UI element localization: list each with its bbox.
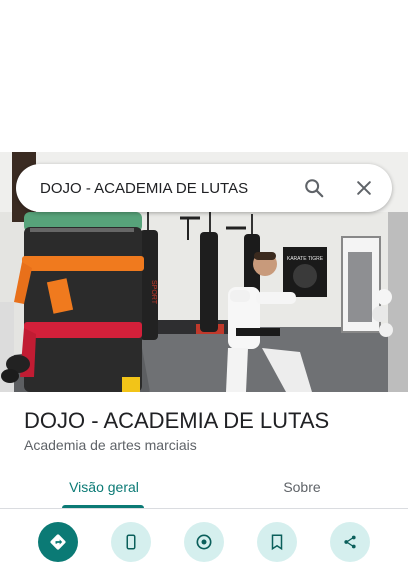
directions-button[interactable]	[38, 522, 78, 562]
start-navigation-icon	[196, 534, 212, 550]
bag-brand-text: SPORT	[150, 280, 157, 305]
poster-text: KARATE TIGRE	[287, 256, 324, 262]
close-icon[interactable]	[352, 176, 376, 200]
phone-icon	[126, 534, 136, 550]
save-icon	[271, 534, 283, 551]
share-icon	[344, 535, 356, 549]
save-button[interactable]	[257, 522, 297, 562]
tab-overview[interactable]: Visão geral	[40, 466, 168, 508]
directions-icon	[50, 534, 66, 550]
search-icon[interactable]	[302, 176, 326, 200]
place-category: Academia de artes marciais	[24, 437, 197, 453]
call-button[interactable]	[111, 522, 151, 562]
start-button[interactable]	[184, 522, 224, 562]
place-name: DOJO - ACADEMIA DE LUTAS	[24, 408, 330, 433]
tab-about[interactable]: Sobre	[238, 466, 366, 508]
search-query-text[interactable]: DOJO - ACADEMIA DE LUTAS	[40, 180, 302, 197]
tab-bar: Visão geral Sobre	[0, 466, 408, 509]
active-tab-indicator	[62, 505, 144, 508]
share-button[interactable]	[330, 522, 370, 562]
search-bar[interactable]: DOJO - ACADEMIA DE LUTAS	[16, 164, 392, 212]
